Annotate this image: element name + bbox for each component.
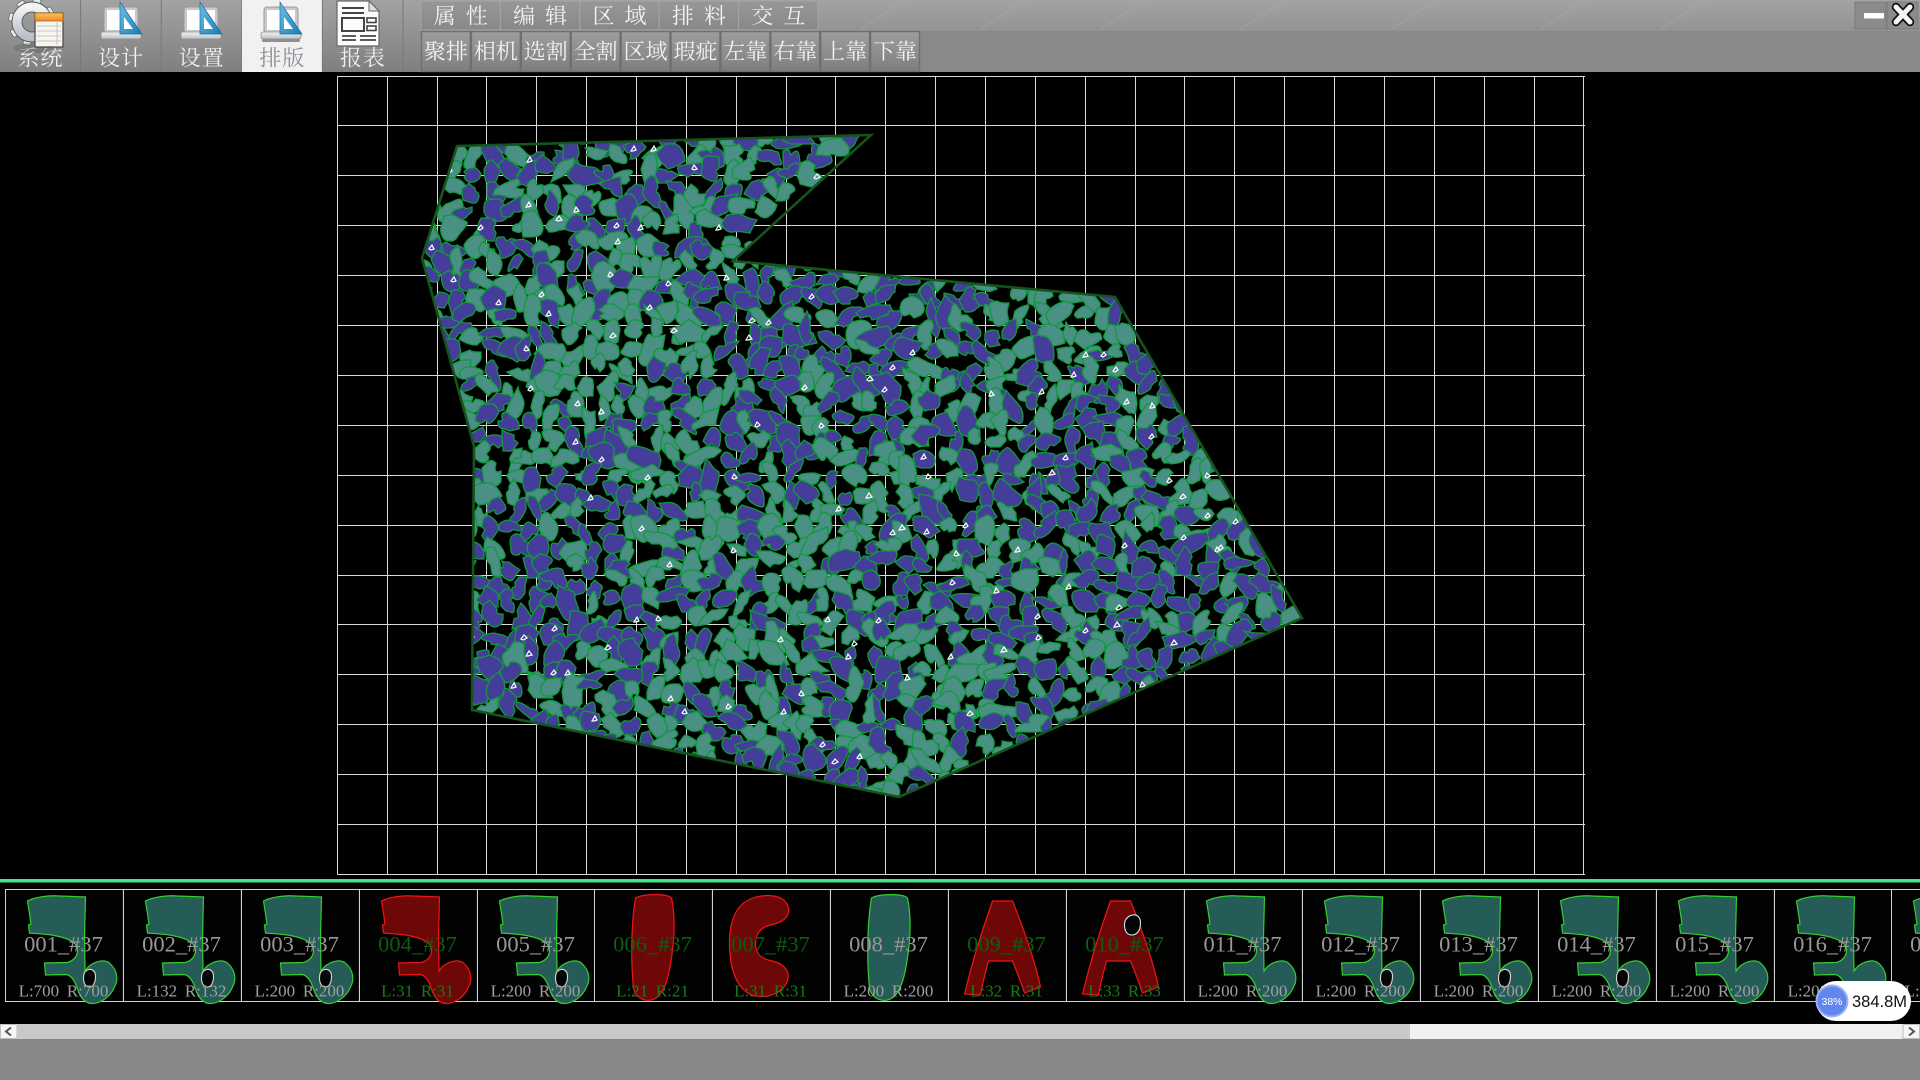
svg-text:009_#37: 009_#37	[967, 932, 1046, 957]
svg-text:L:132 R:132: L:132 R:132	[137, 982, 227, 1001]
svg-text:005_#37: 005_#37	[496, 932, 575, 957]
svg-text:L:200 R:200: L:200 R:200	[1316, 982, 1406, 1001]
svg-text:L:21 R:21: L:21 R:21	[616, 982, 689, 1001]
svg-text:014_#37: 014_#37	[1557, 932, 1636, 957]
svg-text:L:700 R:700: L:700 R:700	[19, 982, 109, 1001]
svg-text:384.8M: 384.8M	[1852, 993, 1907, 1011]
svg-text:002_#37: 002_#37	[142, 932, 221, 957]
svg-text:L:32 R:31: L:32 R:31	[970, 982, 1043, 1001]
svg-text:015_#37: 015_#37	[1675, 932, 1754, 957]
svg-text:008_#37: 008_#37	[849, 932, 928, 957]
svg-text:L:33 R:33: L:33 R:33	[1088, 982, 1161, 1001]
svg-text:007_#37: 007_#37	[731, 932, 810, 957]
svg-text:012_#37: 012_#37	[1321, 932, 1400, 957]
svg-text:38%: 38%	[1821, 996, 1842, 1008]
svg-text:004_#37: 004_#37	[378, 932, 457, 957]
svg-text:010_#37: 010_#37	[1085, 932, 1164, 957]
svg-text:L:200 R:200: L:200 R:200	[1434, 982, 1524, 1001]
svg-text:011_#37: 011_#37	[1204, 932, 1282, 957]
svg-text:L:31 R:31: L:31 R:31	[734, 982, 807, 1001]
svg-text:L:200 R:200: L:200 R:200	[1552, 982, 1642, 1001]
svg-text:L:200 R:200: L:200 R:200	[1670, 982, 1760, 1001]
svg-text:017_#37: 017_#37	[1910, 932, 1920, 957]
svg-text:001_#37: 001_#37	[24, 932, 103, 957]
svg-text:L:200 R:200: L:200 R:200	[1198, 982, 1288, 1001]
svg-text:006_#37: 006_#37	[613, 932, 692, 957]
svg-text:L:200 R:200: L:200 R:200	[491, 982, 581, 1001]
svg-text:016_#37: 016_#37	[1793, 932, 1872, 957]
svg-text:003_#37: 003_#37	[260, 932, 339, 957]
svg-text:L:200 R:200: L:200 R:200	[844, 982, 934, 1001]
svg-text:L:31 R:31: L:31 R:31	[381, 982, 454, 1001]
svg-text:013_#37: 013_#37	[1439, 932, 1518, 957]
svg-text:L:200 R:200: L:200 R:200	[255, 982, 345, 1001]
